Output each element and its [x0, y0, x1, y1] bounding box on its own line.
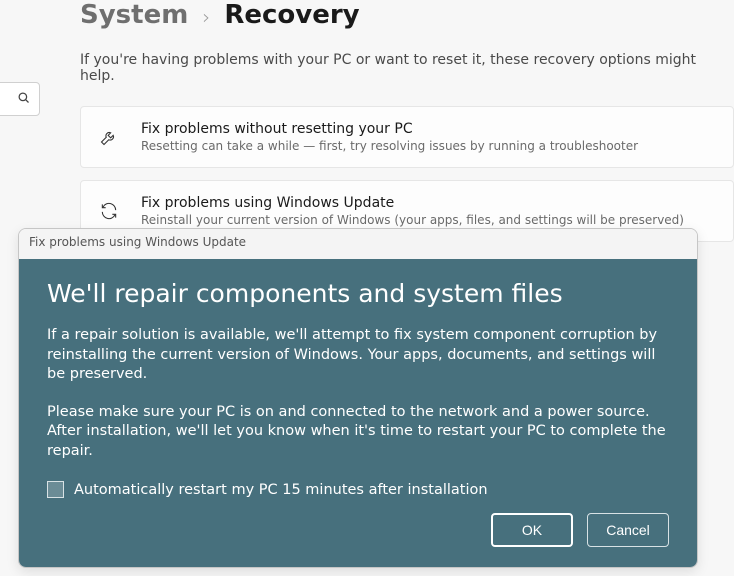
refresh-icon — [99, 201, 119, 221]
card-title: Fix problems using Windows Update — [141, 195, 684, 211]
page-subheader: If you're having problems with your PC o… — [80, 52, 734, 84]
wrench-icon — [99, 127, 119, 147]
card-title: Fix problems without resetting your PC — [141, 121, 638, 137]
chevron-right-icon: › — [202, 1, 210, 29]
checkbox-label: Automatically restart my PC 15 minutes a… — [74, 482, 488, 498]
dialog-paragraph: If a repair solution is available, we'll… — [47, 326, 669, 385]
card-sub: Resetting can take a while — first, try … — [141, 139, 638, 153]
checkbox-box-icon — [47, 481, 64, 498]
breadcrumb: System › Recovery — [80, 0, 360, 30]
search-icon — [16, 90, 31, 109]
ok-button[interactable]: OK — [491, 513, 573, 547]
cancel-button[interactable]: Cancel — [587, 513, 669, 547]
auto-restart-checkbox[interactable]: Automatically restart my PC 15 minutes a… — [47, 481, 669, 498]
breadcrumb-leaf: Recovery — [224, 0, 359, 30]
card-sub: Reinstall your current version of Window… — [141, 213, 684, 227]
dialog-heading: We'll repair components and system files — [47, 279, 669, 308]
search-input[interactable] — [0, 82, 40, 116]
dialog-titlebar: Fix problems using Windows Update — [19, 229, 697, 259]
dialog-paragraph: Please make sure your PC is on and conne… — [47, 403, 669, 462]
repair-dialog: Fix problems using Windows Update We'll … — [18, 228, 698, 568]
breadcrumb-root[interactable]: System — [80, 0, 188, 30]
recovery-card-troubleshooter[interactable]: Fix problems without resetting your PC R… — [80, 106, 734, 168]
